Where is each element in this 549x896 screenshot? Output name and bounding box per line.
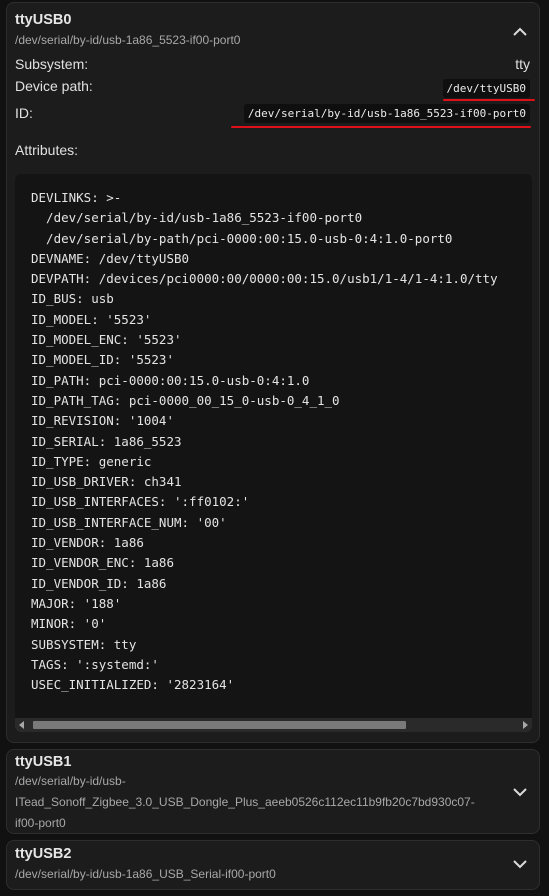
attribute-line: SUBSYSTEM: tty: [31, 636, 137, 652]
device-panel-ttyusb2[interactable]: ttyUSB2 /dev/serial/by-id/usb-1a86_USB_S…: [6, 840, 540, 890]
device-title: ttyUSB0: [15, 12, 72, 28]
attribute-line: DEVLINKS: >-: [31, 190, 122, 205]
attribute-line: MAJOR: '188': [31, 595, 122, 611]
attribute-line: ID_PATH_TAG: pci-0000_00_15_0-usb-0_4_1_…: [31, 392, 340, 408]
device-subtitle: /dev/serial/by-id/usb-1a86_5523-if00-por…: [15, 33, 241, 47]
attribute-line: ID_VENDOR: 1a86: [31, 535, 144, 551]
attribute-line: ID_USB_INTERFACE_NUM: '00': [31, 514, 227, 530]
attribute-line: DEVNAME: /dev/ttyUSB0: [31, 250, 190, 266]
attribute-line: ID_VENDOR_ID: 1a86: [31, 575, 167, 591]
subsystem-value: tty: [515, 56, 530, 72]
device-path-label: Device path:: [15, 78, 93, 94]
attribute-line: ID_USB_DRIVER: ch341: [31, 474, 182, 490]
attribute-line: /dev/serial/by-id/usb-1a86_5523-if00-por…: [31, 210, 363, 226]
attribute-line: ID_PATH: pci-0000:00:15.0-usb-0:4:1.0: [31, 372, 310, 388]
annotation-underline: [443, 99, 535, 101]
device-subtitle-line: if00-port0: [15, 816, 66, 830]
attribute-line: ID_MODEL_ID: '5523': [31, 352, 174, 368]
device-path-value: /dev/ttyUSB0: [442, 79, 530, 98]
annotation-underline: [231, 126, 531, 128]
attribute-line: ID_VENDOR_ENC: 1a86: [31, 555, 174, 571]
device-panel-ttyusb1[interactable]: ttyUSB1 /dev/serial/by-id/usb- ITead_Son…: [6, 749, 540, 834]
device-subtitle-line: /dev/serial/by-id/usb-: [15, 774, 126, 788]
device-subtitle-line: ITead_Sonoff_Zigbee_3.0_USB_Dongle_Plus_…: [15, 795, 475, 809]
attribute-line: ID_BUS: usb: [31, 291, 114, 307]
id-label: ID:: [15, 105, 33, 121]
scroll-left-icon[interactable]: [19, 721, 24, 729]
attribute-line: ID_MODEL_ENC: '5523': [31, 332, 182, 348]
attributes-code-block: DEVLINKS: >- /dev/serial/by-id/usb-1a86_…: [15, 174, 532, 732]
device-panel-ttyusb0: ttyUSB0 /dev/serial/by-id/usb-1a86_5523-…: [6, 2, 540, 743]
attribute-line: ID_REVISION: '1004': [31, 413, 174, 429]
attribute-line: ID_SERIAL: 1a86_5523: [31, 433, 182, 449]
chevron-up-icon[interactable]: [508, 20, 532, 44]
attribute-line: MINOR: '0': [31, 616, 107, 632]
chevron-down-icon[interactable]: [508, 780, 532, 804]
scroll-right-icon[interactable]: [523, 721, 528, 729]
attribute-line: ID_USB_INTERFACES: ':ff0102:': [31, 494, 250, 510]
attribute-line: ID_MODEL: '5523': [31, 311, 152, 327]
attribute-line: ID_TYPE: generic: [31, 453, 152, 469]
attribute-line: USEC_INITIALIZED: '2823164': [31, 677, 235, 693]
scrollbar-thumb[interactable]: [33, 721, 406, 729]
device-subtitle: /dev/serial/by-id/usb-1a86_USB_Serial-if…: [15, 867, 276, 881]
horizontal-scrollbar[interactable]: [15, 718, 532, 732]
chevron-down-icon[interactable]: [508, 852, 532, 876]
subsystem-label: Subsystem:: [15, 56, 89, 72]
attribute-line: TAGS: ':systemd:': [31, 656, 159, 672]
attribute-line: /dev/serial/by-path/pci-0000:00:15.0-usb…: [31, 230, 453, 246]
attributes-text: DEVLINKS: >- /dev/serial/by-id/usb-1a86_…: [31, 188, 498, 695]
device-title: ttyUSB1: [15, 754, 72, 770]
device-header-ttyusb0[interactable]: ttyUSB0 /dev/serial/by-id/usb-1a86_5523-…: [7, 3, 539, 55]
attribute-line: DEVPATH: /devices/pci0000:00/0000:00:15.…: [31, 271, 498, 287]
attributes-label: Attributes:: [15, 142, 79, 158]
id-value: /dev/serial/by-id/usb-1a86_5523-if00-por…: [243, 104, 530, 123]
device-title: ttyUSB2: [15, 846, 72, 862]
